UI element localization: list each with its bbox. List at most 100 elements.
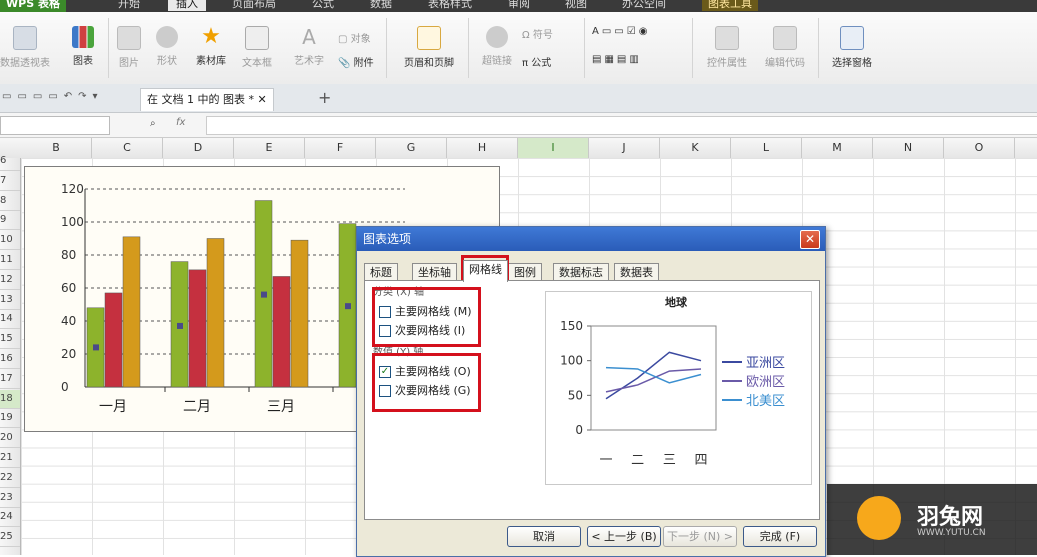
- rabbit-logo-icon: [857, 496, 901, 540]
- chart-preview: 地球 0 50 100 150 亚洲区 欧洲区 北美区一 二 三 四: [545, 291, 812, 485]
- row-header-10[interactable]: 10: [0, 231, 20, 251]
- column-header-l[interactable]: L: [731, 138, 802, 158]
- control-properties-button[interactable]: 控件属性: [700, 26, 754, 69]
- watermark: 羽兔网 WWW.YUTU.CN: [827, 484, 1037, 555]
- tab-formula[interactable]: 公式: [312, 0, 334, 11]
- formula-input[interactable]: [206, 116, 1037, 135]
- form-controls-row2[interactable]: ▤▦▤▥: [592, 54, 642, 65]
- y-tick-label: 100: [560, 354, 583, 368]
- tab-gridlines[interactable]: 网格线: [463, 260, 508, 282]
- row-header-8[interactable]: 8: [0, 192, 20, 211]
- row-header-21[interactable]: 21: [0, 449, 20, 468]
- tab-view[interactable]: 视图: [565, 0, 587, 11]
- row-header-18[interactable]: 18: [0, 389, 20, 409]
- attachment-button[interactable]: 📎 附件: [338, 54, 374, 69]
- column-header-d[interactable]: D: [163, 138, 234, 158]
- tab-title[interactable]: 标题: [364, 263, 398, 281]
- row-header-7[interactable]: 7: [0, 172, 20, 191]
- app-menu-button[interactable]: WPS 表格: [0, 0, 66, 12]
- row-header-15[interactable]: 15: [0, 330, 20, 350]
- name-box[interactable]: [0, 116, 110, 135]
- column-header-h[interactable]: H: [447, 138, 518, 158]
- chart-options-dialog: 图表选项 ✕ 标题 坐标轴 网格线 图例 数据标志 数据表 分类 (X) 轴 主…: [356, 226, 826, 557]
- bar-三月: [290, 239, 309, 388]
- object-button[interactable]: ▢ 对象: [338, 30, 371, 45]
- tab-review[interactable]: 审阅: [508, 0, 530, 11]
- tab-start[interactable]: 开始: [118, 0, 140, 11]
- column-header-b[interactable]: B: [21, 138, 92, 158]
- tab-data-table[interactable]: 数据表: [614, 263, 659, 281]
- row-header-9[interactable]: 9: [0, 211, 20, 231]
- tab-table-style[interactable]: 表格样式: [428, 0, 472, 11]
- dialog-title-bar: 图表选项: [357, 227, 825, 251]
- wordart-button[interactable]: A 艺术字: [284, 26, 334, 67]
- column-header-m[interactable]: M: [802, 138, 873, 158]
- symbol-button[interactable]: Ω 符号: [522, 26, 553, 41]
- formula-button[interactable]: π 公式: [522, 54, 551, 69]
- preview-title: 地球: [665, 295, 688, 309]
- tab-page-layout[interactable]: 页面布局: [232, 0, 276, 11]
- column-header-e[interactable]: E: [234, 138, 305, 158]
- prev-button[interactable]: < 上一步 (B): [587, 526, 661, 547]
- column-header-k[interactable]: K: [660, 138, 731, 158]
- next-button[interactable]: 下一步 (N) >: [663, 526, 737, 547]
- row-header-6[interactable]: 6: [0, 152, 20, 171]
- series-marker: [345, 303, 351, 310]
- row-headers: 6 7 8 9 10 11 12 13 14 15 16 17 18 19 20 21 22 23 24 25: [0, 155, 21, 555]
- row-header-24[interactable]: 24: [0, 508, 20, 528]
- form-controls-row1[interactable]: A▭▭☑◉: [592, 26, 650, 37]
- tab-data-labels[interactable]: 数据标志: [553, 263, 609, 281]
- row-header-25[interactable]: 25: [0, 528, 20, 548]
- row-header-14[interactable]: 14: [0, 310, 20, 330]
- series-marker: [261, 291, 267, 298]
- row-header-17[interactable]: 17: [0, 370, 20, 389]
- legend-label-0: 亚洲区: [746, 356, 785, 371]
- document-tab[interactable]: 在 文档 1 中的 图表 * ✕: [140, 88, 274, 111]
- quick-icons[interactable]: ▭▭▭▭↶↷▾: [2, 91, 104, 102]
- material-library-button[interactable]: ★ 素材库: [186, 26, 236, 68]
- row-header-11[interactable]: 11: [0, 251, 20, 270]
- close-icon[interactable]: ✕: [800, 230, 820, 249]
- column-header-o[interactable]: O: [944, 138, 1015, 158]
- tab-axes[interactable]: 坐标轴: [412, 263, 457, 281]
- row-header-19[interactable]: 19: [0, 409, 20, 429]
- row-header-13[interactable]: 13: [0, 291, 20, 310]
- row-header-23[interactable]: 23: [0, 489, 20, 508]
- textbox-button[interactable]: 文本框: [232, 26, 282, 69]
- tab-legend[interactable]: 图例: [508, 263, 542, 281]
- tab-chart-tools[interactable]: 图表工具: [702, 0, 758, 11]
- column-header-j[interactable]: J: [589, 138, 660, 158]
- column-header-g[interactable]: G: [376, 138, 447, 158]
- hyperlink-button[interactable]: 超链接: [472, 26, 522, 67]
- zoom-icon[interactable]: ⌕: [150, 118, 156, 129]
- column-header-n[interactable]: N: [873, 138, 944, 158]
- row-header-16[interactable]: 16: [0, 350, 20, 369]
- finish-button[interactable]: 完成 (F): [743, 526, 817, 547]
- column-header-i[interactable]: I: [518, 138, 589, 158]
- new-tab-icon[interactable]: +: [318, 88, 331, 107]
- row-header-12[interactable]: 12: [0, 271, 20, 290]
- shape-button[interactable]: 形状: [142, 26, 192, 67]
- row-header-20[interactable]: 20: [0, 429, 20, 449]
- selection-pane-button[interactable]: 选择窗格: [824, 26, 880, 69]
- column-header-c[interactable]: C: [92, 138, 163, 158]
- vba-icon: [773, 26, 797, 50]
- fx-icon[interactable]: fx: [176, 117, 185, 128]
- y-tick-label: 100: [61, 215, 84, 229]
- row-header-22[interactable]: 22: [0, 469, 20, 488]
- highlight-y-axis-options: [372, 353, 481, 412]
- pivot-table-button[interactable]: 数据透视表: [0, 26, 50, 69]
- edit-code-button[interactable]: 编辑代码: [758, 26, 812, 69]
- tab-office-space[interactable]: 办公空间: [622, 0, 666, 11]
- column-header-f[interactable]: F: [305, 138, 376, 158]
- tab-insert[interactable]: 插入: [168, 0, 206, 11]
- line-chart-svg: 地球 0 50 100 150 亚洲区欧洲区北美区一 二 三 四: [560, 295, 785, 468]
- tab-data[interactable]: 数据: [370, 0, 392, 11]
- cancel-button[interactable]: 取消: [507, 526, 581, 547]
- chart-button[interactable]: 图表: [58, 26, 108, 67]
- x-tick-label: 三: [663, 453, 676, 468]
- close-icon[interactable]: ✕: [257, 93, 266, 106]
- header-footer-button[interactable]: 页眉和页脚: [396, 26, 462, 69]
- y-tick-label: 60: [61, 281, 76, 295]
- chart-icon: [72, 26, 94, 48]
